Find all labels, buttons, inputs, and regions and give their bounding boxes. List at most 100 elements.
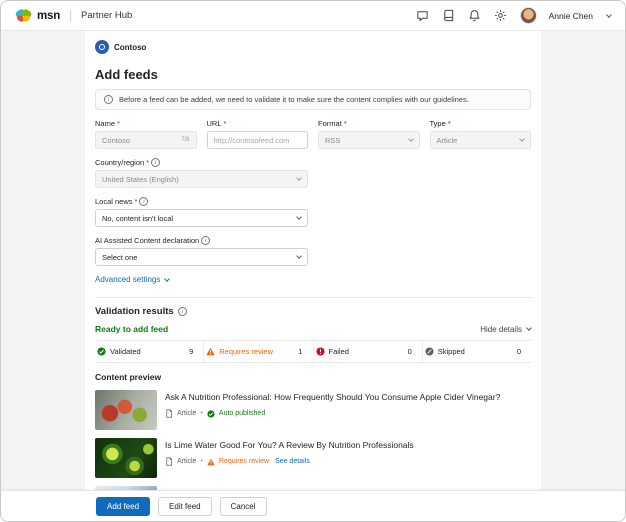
stat-validated: Validated 9 (95, 341, 204, 362)
hide-details-toggle[interactable]: Hide details (480, 325, 531, 334)
article-status: Requires review (219, 458, 269, 465)
name-label: Name (95, 119, 115, 128)
see-details-link[interactable]: See details (275, 458, 310, 465)
advanced-settings-label: Advanced settings (95, 275, 160, 284)
feed-form: Name * Contoso 7/8 URL * (95, 119, 531, 266)
stat-label: Requires review (219, 347, 273, 356)
add-feed-button[interactable]: Add feed (96, 497, 150, 516)
local-news-value: No, content isn't local (102, 214, 173, 223)
brand-divider (70, 10, 71, 22)
cancel-button[interactable]: Cancel (220, 497, 267, 516)
required-marker: * (135, 197, 138, 206)
validation-info-icon[interactable]: i (178, 307, 187, 316)
url-label: URL (207, 119, 222, 128)
topbar-actions: Annie Chen (416, 7, 611, 24)
type-label: Type (430, 119, 446, 128)
required-marker: * (117, 119, 120, 128)
info-icon: i (104, 95, 113, 104)
edit-feed-button[interactable]: Edit feed (158, 497, 212, 516)
required-marker: * (344, 119, 347, 128)
content-preview-title: Content preview (95, 372, 531, 382)
document-icon (165, 409, 173, 418)
stat-label: Failed (329, 347, 349, 356)
format-value: RSS (325, 136, 340, 145)
country-info-icon[interactable]: i (151, 158, 160, 167)
notifications-icon[interactable] (468, 9, 482, 23)
page-title: Add feeds (95, 67, 531, 82)
chevron-down-icon (519, 136, 525, 142)
check-circle-icon (97, 347, 106, 356)
chevron-down-icon (408, 136, 414, 142)
article-title: Ask A Nutrition Professional: How Freque… (165, 392, 500, 402)
preview-item: Is Lime Water Good For You? A Review By … (95, 438, 531, 478)
section-divider (95, 297, 531, 298)
name-field-group: Name * Contoso 7/8 (95, 119, 197, 149)
article-thumbnail-apples (95, 390, 157, 430)
org-name: Contoso (114, 43, 146, 52)
stat-count: 1 (298, 347, 302, 356)
user-avatar[interactable] (520, 7, 537, 24)
ai-declaration-info-icon[interactable]: i (201, 236, 210, 245)
warning-triangle-icon (206, 347, 215, 356)
article-type: Article (177, 410, 196, 417)
stat-skipped: Skipped 0 (423, 341, 531, 362)
article-type: Article (177, 458, 196, 465)
country-field-group: Country/region * i United States (Englis… (95, 158, 308, 188)
user-menu-chevron-down-icon[interactable] (606, 12, 612, 18)
warning-triangle-icon (207, 458, 215, 466)
url-input[interactable] (207, 131, 309, 149)
info-banner: i Before a feed can be added, we need to… (95, 89, 531, 110)
stat-count: 0 (408, 347, 412, 356)
name-input: Contoso 7/8 (95, 131, 197, 149)
country-dropdown: United States (English) (95, 170, 308, 188)
type-dropdown: Article (430, 131, 532, 149)
stat-failed: Failed 0 (314, 341, 423, 362)
settings-icon[interactable] (494, 9, 508, 23)
meta-separator: • (200, 410, 202, 417)
advanced-settings-link[interactable]: Advanced settings (95, 275, 169, 284)
documentation-icon[interactable] (442, 9, 456, 23)
ai-declaration-value: Select one (102, 253, 137, 262)
feedback-icon[interactable] (416, 9, 430, 23)
org-row: Contoso (95, 40, 531, 54)
validation-status-text: Ready to add feed (95, 324, 168, 334)
required-marker: * (448, 119, 451, 128)
error-circle-icon (316, 347, 325, 356)
chevron-down-icon (296, 175, 302, 181)
chevron-down-icon (526, 325, 532, 331)
format-dropdown: RSS (318, 131, 420, 149)
url-field-group: URL * (207, 119, 309, 149)
stat-label: Validated (110, 347, 141, 356)
app-name: Partner Hub (81, 10, 132, 21)
type-value: Article (437, 136, 458, 145)
add-feeds-card: Contoso Add feeds i Before a feed can be… (85, 31, 541, 490)
chevron-down-icon (296, 214, 302, 220)
app-window: msn Partner Hub Annie Chen (0, 0, 626, 522)
local-news-info-icon[interactable]: i (139, 197, 148, 206)
msn-logo-text: msn (37, 10, 60, 22)
format-label: Format (318, 119, 342, 128)
ai-declaration-dropdown[interactable]: Select one (95, 248, 308, 266)
stat-count: 9 (189, 347, 193, 356)
country-value: United States (English) (102, 175, 179, 184)
top-bar: msn Partner Hub Annie Chen (1, 1, 625, 31)
article-thumbnail-limes (95, 438, 157, 478)
ai-declaration-field-group: AI Assisted Content declaration i Select… (95, 236, 308, 266)
user-name: Annie Chen (549, 11, 593, 21)
validation-stats: Validated 9 Requires review 1 Failed 0 (95, 340, 531, 363)
hide-details-label: Hide details (480, 325, 522, 334)
article-title: Is Lime Water Good For You? A Review By … (165, 440, 414, 450)
format-field-group: Format * RSS (318, 119, 420, 149)
org-logo (95, 40, 109, 54)
msn-butterfly-icon (15, 9, 32, 22)
local-news-label: Local news (95, 197, 133, 206)
required-marker: * (224, 119, 227, 128)
validation-title: Validation results (95, 306, 174, 317)
chevron-down-icon (296, 253, 302, 259)
brand: msn Partner Hub (15, 9, 132, 22)
document-icon (165, 457, 173, 466)
local-news-dropdown[interactable]: No, content isn't local (95, 209, 308, 227)
required-marker: * (146, 158, 149, 167)
type-field-group: Type * Article (430, 119, 532, 149)
local-news-field-group: Local news * i No, content isn't local (95, 197, 308, 227)
